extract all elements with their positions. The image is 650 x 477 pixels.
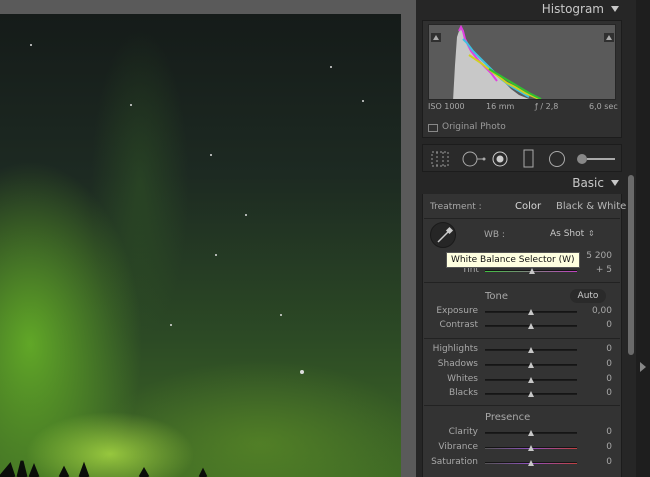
slider-value-saturation[interactable]: 0 — [582, 457, 612, 467]
aurora-photo[interactable] — [0, 14, 401, 477]
histogram-curve — [453, 25, 542, 99]
slider-thumb-exposure[interactable] — [528, 309, 534, 315]
slider-thumb-shadows[interactable] — [528, 362, 534, 368]
crop-grid-icon[interactable] — [431, 151, 449, 171]
divider — [424, 218, 620, 219]
slider-value-exposure[interactable]: 0,00 — [582, 306, 612, 316]
presence-label: Presence — [485, 412, 531, 423]
slider-value-vibrance[interactable]: 0 — [582, 442, 612, 452]
tone-label: Tone — [485, 291, 509, 302]
star — [245, 214, 247, 216]
slider-label-highlights: Highlights — [432, 344, 478, 354]
original-photo-label: Original Photo — [442, 122, 506, 132]
slider-thumb-highlights[interactable] — [528, 347, 534, 353]
treatment-label: Treatment : — [430, 202, 482, 212]
eyedropper-icon — [437, 226, 454, 243]
highlight-clipping-icon[interactable] — [604, 27, 614, 42]
basic-header[interactable]: Basic — [422, 176, 622, 194]
exif-iso: ISO 1000 — [428, 102, 465, 111]
white-balance-tooltip: White Balance Selector (W) — [446, 252, 580, 268]
collapse-right-panel-icon[interactable] — [640, 362, 646, 372]
exif-aperture: ƒ / 2,8 — [535, 102, 559, 111]
panel-scrollbar-thumb[interactable] — [628, 175, 634, 355]
star — [170, 324, 172, 326]
slider-label-whites: Whites — [447, 374, 478, 384]
wb-label: WB : — [484, 230, 505, 240]
slider-thumb-clarity[interactable] — [528, 430, 534, 436]
slider-value-blacks[interactable]: 0 — [582, 388, 612, 398]
tree-silhouettes — [0, 460, 208, 477]
star — [362, 100, 364, 102]
star — [280, 314, 282, 316]
adjustment-brush-icon[interactable] — [575, 151, 617, 170]
histogram-graph[interactable] — [428, 24, 616, 100]
star — [210, 154, 212, 156]
histogram-title: Histogram — [541, 2, 604, 16]
star — [330, 66, 332, 68]
wb-dropdown-icon[interactable]: ⇕ — [588, 229, 595, 238]
slider-label-contrast: Contrast — [439, 320, 478, 330]
slider-label-blacks: Blacks — [448, 388, 478, 398]
divider — [424, 338, 620, 339]
slider-value-contrast[interactable]: 0 — [582, 320, 612, 330]
slider-label-exposure: Exposure — [436, 306, 478, 316]
slider-value-highlights[interactable]: 0 — [582, 344, 612, 354]
slider-thumb-vibrance[interactable] — [528, 445, 534, 451]
exif-shutter: 6,0 sec — [589, 102, 618, 111]
slider-thumb-contrast[interactable] — [528, 323, 534, 329]
white-balance-selector-button[interactable] — [430, 222, 456, 248]
divider — [424, 282, 620, 283]
slider-value-shadows[interactable]: 0 — [582, 359, 612, 369]
treatment-color-button[interactable]: Color — [515, 201, 541, 212]
wb-preset-select[interactable]: As Shot — [550, 229, 584, 239]
spot-removal-icon[interactable] — [461, 150, 487, 172]
slider-label-vibrance: Vibrance — [438, 442, 478, 452]
right-panel-edge — [636, 0, 650, 477]
divider — [424, 405, 620, 406]
slider-thumb-saturation[interactable] — [528, 460, 534, 466]
slider-thumb-whites[interactable] — [528, 377, 534, 383]
red-eye-icon[interactable] — [491, 150, 509, 172]
radial-filter-icon[interactable] — [547, 150, 567, 172]
star — [300, 370, 304, 374]
shadow-clipping-icon[interactable] — [431, 27, 441, 42]
image-preview-area — [0, 0, 416, 477]
tool-strip — [422, 144, 622, 172]
star — [30, 44, 32, 46]
slider-value-whites[interactable]: 0 — [582, 374, 612, 384]
tint-slider-thumb[interactable] — [529, 268, 535, 274]
basic-title: Basic — [572, 176, 604, 190]
histogram-header[interactable]: Histogram — [422, 2, 622, 20]
slider-value-clarity[interactable]: 0 — [582, 427, 612, 437]
lightroom-develop-window: Histogram ISO 1000 16 mm ƒ / 2,8 6,0 sec… — [0, 0, 650, 477]
slider-label-clarity: Clarity — [448, 427, 478, 437]
histogram-collapse-icon[interactable] — [611, 6, 619, 12]
tone-auto-button[interactable]: Auto — [570, 289, 606, 303]
tint-value[interactable]: + 5 — [582, 265, 612, 275]
basic-collapse-icon[interactable] — [611, 180, 619, 186]
exif-focal-length: 16 mm — [486, 102, 515, 111]
star — [215, 254, 217, 256]
treatment-bw-button[interactable]: Black & White — [556, 201, 626, 212]
graduated-filter-icon[interactable] — [523, 149, 535, 173]
slider-label-shadows: Shadows — [437, 359, 478, 369]
slider-thumb-blacks[interactable] — [528, 391, 534, 397]
star — [130, 104, 132, 106]
slider-label-saturation: Saturation — [431, 457, 478, 467]
temp-value[interactable]: 5 200 — [582, 251, 612, 261]
original-photo-checkbox[interactable] — [428, 124, 438, 132]
